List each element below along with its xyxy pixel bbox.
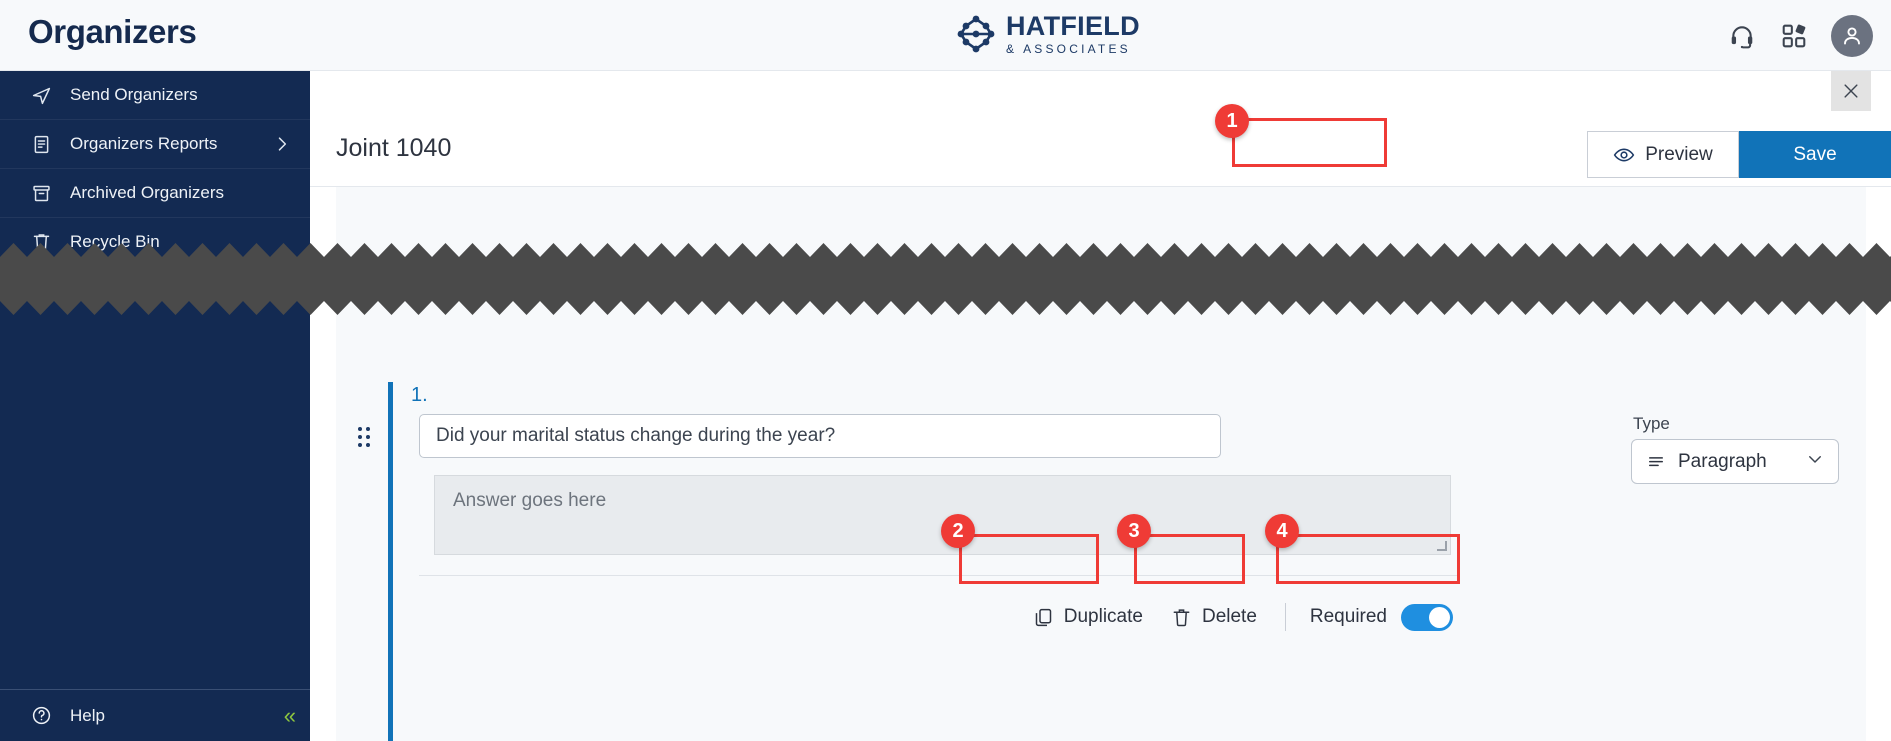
top-bar: Organizers HATFIELD — [0, 0, 1891, 71]
required-label: Required — [1310, 606, 1387, 628]
sidebar: Send Organizers Organizers Reports Archi… — [0, 71, 310, 741]
close-button[interactable] — [1831, 71, 1871, 111]
question-type-select[interactable]: Paragraph — [1631, 439, 1839, 484]
annotation-badge-3: 3 — [1117, 514, 1151, 548]
user-icon — [1840, 24, 1864, 48]
resize-handle-icon[interactable] — [1437, 541, 1447, 551]
question-text: Did your marital status change during th… — [436, 425, 835, 447]
action-separator — [1285, 603, 1286, 631]
top-bar-actions — [1727, 0, 1873, 71]
question-card: 1. Did your marital status change during… — [388, 382, 1866, 741]
sidebar-item-archived-organizers[interactable]: Archived Organizers — [0, 169, 310, 218]
delete-label: Delete — [1202, 606, 1257, 628]
panel-header: Joint 1040 Preview Save — [310, 112, 1891, 187]
sidebar-label: Archived Organizers — [70, 183, 224, 203]
trash-icon — [1171, 607, 1192, 628]
close-icon — [1841, 81, 1861, 101]
apps-grid-icon[interactable] — [1779, 21, 1809, 51]
panel-title: Joint 1040 — [336, 134, 451, 163]
sidebar-item-send-organizers[interactable]: Send Organizers — [0, 71, 310, 120]
required-toggle[interactable] — [1401, 604, 1453, 631]
panel-actions: Preview Save — [1587, 131, 1891, 178]
question-type-group: Type Paragraph — [1631, 414, 1839, 484]
duplicate-button[interactable]: Duplicate — [1019, 600, 1157, 634]
page-title: Organizers — [28, 13, 196, 51]
copy-icon — [1033, 607, 1054, 628]
headset-glyph — [1729, 23, 1755, 49]
paragraph-lines-icon — [1646, 452, 1666, 472]
apps-glyph — [1781, 23, 1807, 49]
app-root: Organizers HATFIELD — [0, 0, 1891, 741]
question-actions: Duplicate Delete Required — [933, 592, 1463, 642]
type-label: Type — [1631, 414, 1839, 434]
required-control: Required — [1300, 598, 1463, 637]
save-button[interactable]: Save — [1739, 131, 1891, 178]
chevron-down-icon — [1806, 450, 1824, 474]
sidebar-help-label: Help — [70, 706, 105, 726]
user-avatar[interactable] — [1831, 15, 1873, 57]
main-panel: Joint 1040 Preview Save 1. — [310, 71, 1891, 741]
duplicate-label: Duplicate — [1064, 606, 1143, 628]
preview-label: Preview — [1645, 144, 1713, 166]
annotation-badge-4: 4 — [1265, 514, 1299, 548]
paper-plane-icon — [30, 84, 52, 106]
question-text-input[interactable]: Did your marital status change during th… — [419, 414, 1221, 458]
drag-handle[interactable] — [358, 427, 370, 457]
annotation-badge-1: 1 — [1215, 104, 1249, 138]
card-divider — [419, 575, 1459, 576]
sidebar-spacer — [0, 267, 310, 689]
hatfield-network-mark-icon — [956, 14, 996, 54]
annotation-badge-2: 2 — [941, 514, 975, 548]
question-number: 1. — [411, 384, 428, 407]
redaction-tear-band — [0, 243, 1891, 315]
type-value: Paragraph — [1678, 451, 1767, 473]
logo-tagline: & ASSOCIATES — [1006, 43, 1140, 55]
sidebar-item-organizers-reports[interactable]: Organizers Reports — [0, 120, 310, 169]
document-report-icon — [30, 133, 52, 155]
eye-icon — [1613, 144, 1635, 166]
question-circle-icon — [30, 705, 52, 727]
archive-box-icon — [30, 182, 52, 204]
brand-logo: HATFIELD & ASSOCIATES — [956, 13, 1140, 55]
answer-placeholder: Answer goes here — [453, 490, 606, 511]
question-row: Did your marital status change during th… — [419, 414, 1839, 484]
toggle-knob — [1429, 607, 1450, 628]
sidebar-item-help[interactable]: Help « — [0, 689, 310, 741]
chevron-right-icon — [272, 134, 292, 154]
answer-textarea[interactable]: Answer goes here — [434, 475, 1451, 555]
sidebar-label: Organizers Reports — [70, 134, 217, 154]
save-label: Save — [1793, 144, 1836, 166]
preview-button[interactable]: Preview — [1587, 131, 1739, 178]
logo-name: HATFIELD — [1006, 13, 1140, 40]
support-headset-icon[interactable] — [1727, 21, 1757, 51]
sidebar-label: Send Organizers — [70, 85, 198, 105]
delete-button[interactable]: Delete — [1157, 600, 1271, 634]
double-chevron-left-icon[interactable]: « — [284, 703, 292, 729]
